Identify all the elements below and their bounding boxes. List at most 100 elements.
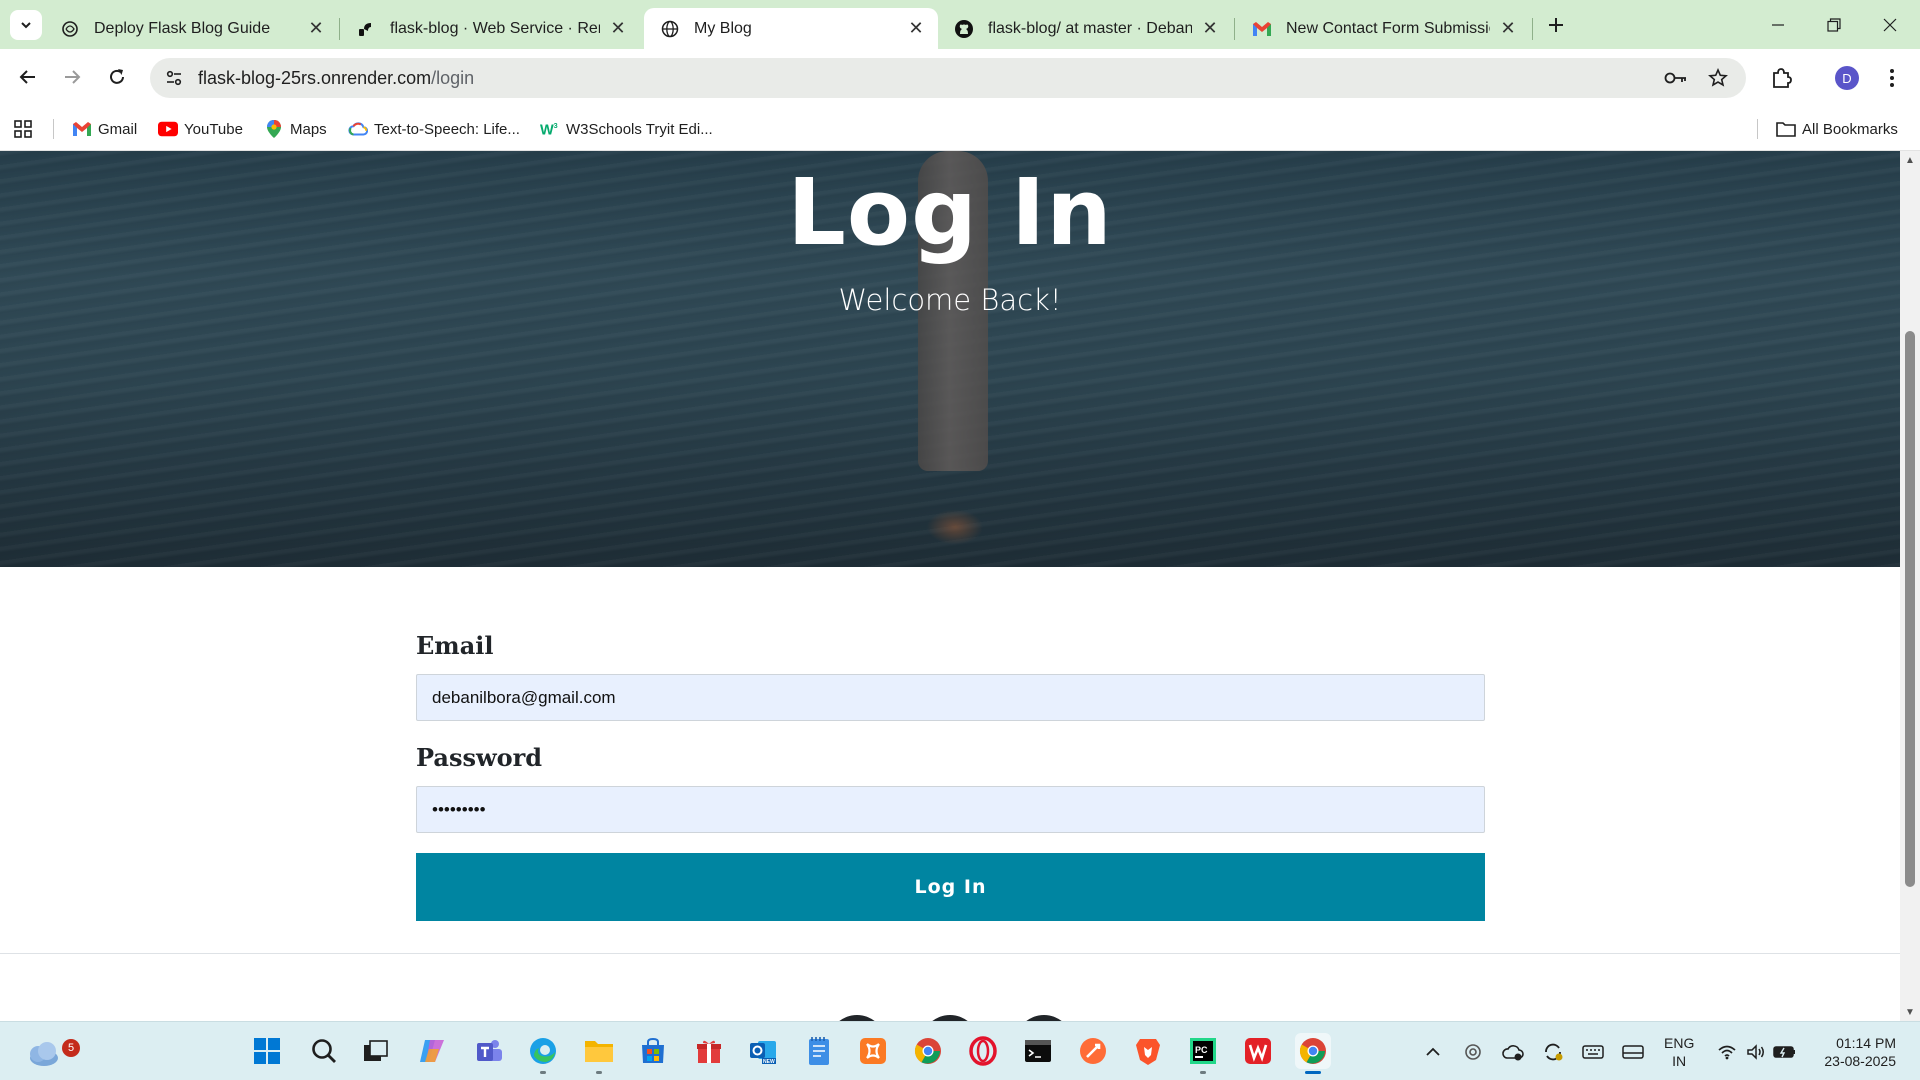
minimize-button[interactable]	[1750, 0, 1806, 49]
tray-app-icon[interactable]	[1460, 1040, 1486, 1064]
system-clock[interactable]: 01:14 PM 23-08-2025	[1810, 1034, 1896, 1070]
xampp-app[interactable]	[855, 1033, 891, 1069]
all-bookmarks-button[interactable]: All Bookmarks	[1776, 116, 1898, 142]
bookmark-text-to-speech[interactable]: Text-to-Speech: Life...	[348, 116, 520, 142]
running-indicator	[1200, 1071, 1206, 1074]
copilot-icon	[420, 1040, 444, 1062]
store-app[interactable]	[635, 1033, 671, 1069]
chrome-icon	[914, 1038, 941, 1064]
footer-divider	[0, 953, 1900, 954]
brave-icon	[1136, 1039, 1160, 1065]
reload-icon	[110, 69, 124, 84]
page-title: Log In	[787, 159, 1113, 266]
scroll-up-icon[interactable]: ▲	[1900, 151, 1920, 169]
back-button[interactable]	[10, 59, 46, 95]
pen-tray[interactable]	[1620, 1040, 1646, 1064]
gift-app[interactable]	[691, 1033, 727, 1069]
restore-icon	[1827, 17, 1841, 32]
login-button[interactable]: Log In	[416, 853, 1485, 921]
pycharm-app[interactable]: PC	[1185, 1033, 1221, 1074]
notification-badge: 5	[62, 1039, 80, 1057]
bookmark-gmail[interactable]: Gmail	[72, 116, 137, 142]
extensions-button[interactable]	[1763, 60, 1799, 96]
opera-app[interactable]	[965, 1033, 1001, 1069]
profile-button[interactable]: D	[1829, 60, 1865, 96]
onedrive-tray[interactable]	[1500, 1040, 1526, 1064]
tab-separator	[1532, 18, 1533, 40]
password-key-icon[interactable]	[1660, 62, 1692, 94]
email-field[interactable]: debanilbora@gmail.com	[416, 674, 1485, 721]
sync-tray[interactable]	[1540, 1040, 1566, 1064]
plus-icon	[1549, 18, 1563, 32]
address-bar[interactable]: flask-blog-25rs.onrender.com/login	[150, 58, 1746, 98]
task-view-button[interactable]	[358, 1033, 394, 1069]
scrollbar[interactable]: ▲ ▼	[1900, 151, 1920, 1021]
bookmark-separator	[1757, 119, 1758, 139]
file-explorer-app[interactable]	[581, 1033, 617, 1074]
windows-icon	[254, 1038, 280, 1064]
page-viewport: Log In Welcome Back! Email debanilbora@g…	[0, 151, 1920, 1021]
password-field[interactable]: •••••••••	[416, 786, 1485, 833]
show-hidden-icons-button[interactable]	[1420, 1040, 1446, 1064]
browser-menu-button[interactable]	[1874, 60, 1910, 96]
svg-text:NEW: NEW	[763, 1059, 775, 1065]
battery-tray[interactable]	[1772, 1040, 1798, 1064]
close-icon[interactable]: ✕	[306, 18, 326, 39]
tab-title: flask-blog · Web Service · Render	[390, 19, 600, 37]
chrome-app[interactable]	[910, 1033, 946, 1069]
youtube-icon	[158, 119, 178, 139]
language-indicator[interactable]: ENG IN	[1664, 1034, 1694, 1070]
tab-flask-blog-render[interactable]: flask-blog · Web Service · Render ✕	[340, 8, 640, 49]
brave-app[interactable]	[1130, 1033, 1166, 1069]
apps-grid-icon	[14, 120, 32, 138]
scrollbar-thumb[interactable]	[1905, 331, 1915, 887]
tab-gmail-contact-form[interactable]: New Contact Form Submission ✕	[1236, 8, 1530, 49]
tab-title: My Blog	[694, 19, 752, 37]
close-window-button[interactable]	[1862, 0, 1918, 49]
tab-search-button[interactable]	[10, 10, 42, 40]
tab-strip: Deploy Flask Blog Guide ✕ flask-blog · W…	[0, 0, 1920, 49]
clock-time: 01:14 PM	[1836, 1035, 1896, 1051]
tab-title: Deploy Flask Blog Guide	[94, 19, 271, 37]
forward-button[interactable]	[54, 59, 90, 95]
site-info-icon[interactable]	[156, 62, 192, 94]
bookmarks-bar: Gmail YouTube Maps Text-to-Speech: Life.…	[0, 107, 1920, 151]
restore-button[interactable]	[1806, 0, 1862, 49]
search-button[interactable]	[306, 1033, 342, 1069]
weather-widget[interactable]: 5	[22, 1034, 80, 1070]
close-icon[interactable]: ✕	[1200, 18, 1220, 39]
terminal-icon	[1025, 1040, 1051, 1062]
tab-github-flask-blog[interactable]: flask-blog/ at master · DebanilBora ✕	[938, 8, 1232, 49]
edge-app[interactable]	[525, 1033, 561, 1074]
bookmark-label: Gmail	[98, 120, 138, 138]
reload-button[interactable]	[99, 59, 135, 95]
bookmark-maps[interactable]: Maps	[264, 116, 327, 142]
start-button[interactable]	[249, 1033, 285, 1069]
github-icon	[954, 19, 974, 39]
close-icon[interactable]: ✕	[1498, 18, 1518, 39]
apps-button[interactable]	[13, 116, 33, 142]
chrome-app-active[interactable]	[1295, 1033, 1331, 1074]
email-label: Email	[416, 631, 494, 660]
touch-keyboard-tray[interactable]	[1580, 1040, 1606, 1064]
teams-app[interactable]	[471, 1033, 507, 1069]
tab-my-blog[interactable]: My Blog ✕	[644, 8, 938, 49]
notepad-app[interactable]	[801, 1033, 837, 1069]
terminal-app[interactable]	[1020, 1033, 1056, 1069]
star-icon[interactable]	[1702, 62, 1734, 94]
bookmark-youtube[interactable]: YouTube	[158, 116, 243, 142]
tab-deploy-flask-blog-guide[interactable]: Deploy Flask Blog Guide ✕	[44, 8, 338, 49]
copilot-app[interactable]	[414, 1033, 450, 1069]
w3schools-icon: W3	[540, 119, 560, 139]
close-icon[interactable]: ✕	[906, 18, 926, 39]
close-icon[interactable]: ✕	[608, 18, 628, 39]
bookmark-w3schools[interactable]: W3 W3Schools Tryit Edi...	[540, 116, 713, 142]
scroll-down-icon[interactable]: ▼	[1900, 1003, 1920, 1021]
wifi-tray[interactable]	[1714, 1040, 1740, 1064]
bookmark-label: YouTube	[184, 120, 243, 138]
new-tab-button[interactable]	[1540, 10, 1572, 40]
postman-app[interactable]	[1075, 1033, 1111, 1069]
wps-office-app[interactable]	[1240, 1033, 1276, 1069]
volume-tray[interactable]	[1743, 1040, 1769, 1064]
outlook-app[interactable]: NEW	[745, 1033, 781, 1069]
